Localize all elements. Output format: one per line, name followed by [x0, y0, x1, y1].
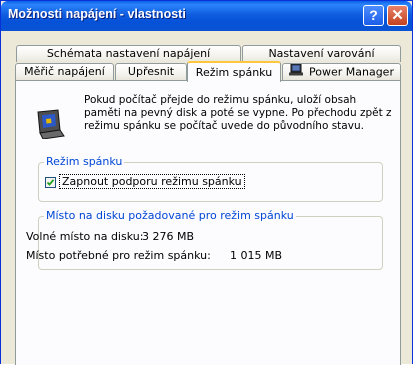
- tab-power-schemes[interactable]: Schémata nastavení napájení: [16, 45, 241, 62]
- help-button[interactable]: ?: [363, 5, 384, 26]
- hibernate-description: Pokud počítač přejde do režimu spánku, u…: [84, 94, 392, 132]
- close-button[interactable]: ✕: [387, 5, 408, 26]
- free-space-value: 3 276 MB: [142, 230, 195, 243]
- tab-power-meter[interactable]: Měřič napájení: [15, 63, 114, 80]
- hibernate-group-title: Režim spánku: [44, 155, 125, 168]
- tab-label: Režim spánku: [195, 66, 273, 79]
- hibernate-panel: Pokud počítač přejde do režimu spánku, u…: [15, 80, 401, 365]
- enable-hibernate-checkbox[interactable]: [45, 177, 56, 188]
- properties-dialog: Možnosti napájení - vlastnosti ? ✕ Schém…: [0, 0, 413, 365]
- tab-alarms[interactable]: Nastavení varování: [242, 45, 401, 62]
- title-bar[interactable]: Možnosti napájení - vlastnosti ? ✕: [1, 1, 412, 31]
- tab-hibernate[interactable]: Režim spánku: [187, 61, 281, 82]
- free-space-label: Volné místo na disku:: [26, 230, 144, 243]
- checkmark-icon: [46, 179, 55, 186]
- tab-label: Schémata nastavení napájení: [46, 47, 211, 60]
- disk-space-groupbox: Místo na disku požadované pro režim spán…: [26, 209, 383, 270]
- tab-power-manager[interactable]: Power Manager: [282, 63, 401, 80]
- help-icon: ?: [369, 7, 378, 23]
- hibernate-groupbox: Režim spánku Zapnout podporu režimu spán…: [38, 155, 383, 202]
- enable-hibernate-label[interactable]: Zapnout podporu režimu spánku: [59, 174, 245, 189]
- window-title: Možnosti napájení - vlastnosti: [8, 7, 186, 21]
- close-icon: ✕: [391, 7, 404, 24]
- required-space-label: Místo potřebné pro režim spánku:: [26, 249, 211, 262]
- tab-label: Power Manager: [309, 65, 394, 79]
- required-space-value: 1 015 MB: [230, 249, 283, 262]
- tab-label: Měřič napájení: [24, 65, 105, 78]
- laptop-hibernate-icon: [34, 109, 66, 140]
- tab-label: Nastavení varování: [268, 47, 375, 60]
- disk-space-group-title: Místo na disku požadované pro režim spán…: [44, 209, 296, 222]
- tab-advanced[interactable]: Upřesnit: [115, 63, 187, 80]
- power-manager-icon: [289, 63, 303, 81]
- tab-label: Upřesnit: [127, 65, 175, 78]
